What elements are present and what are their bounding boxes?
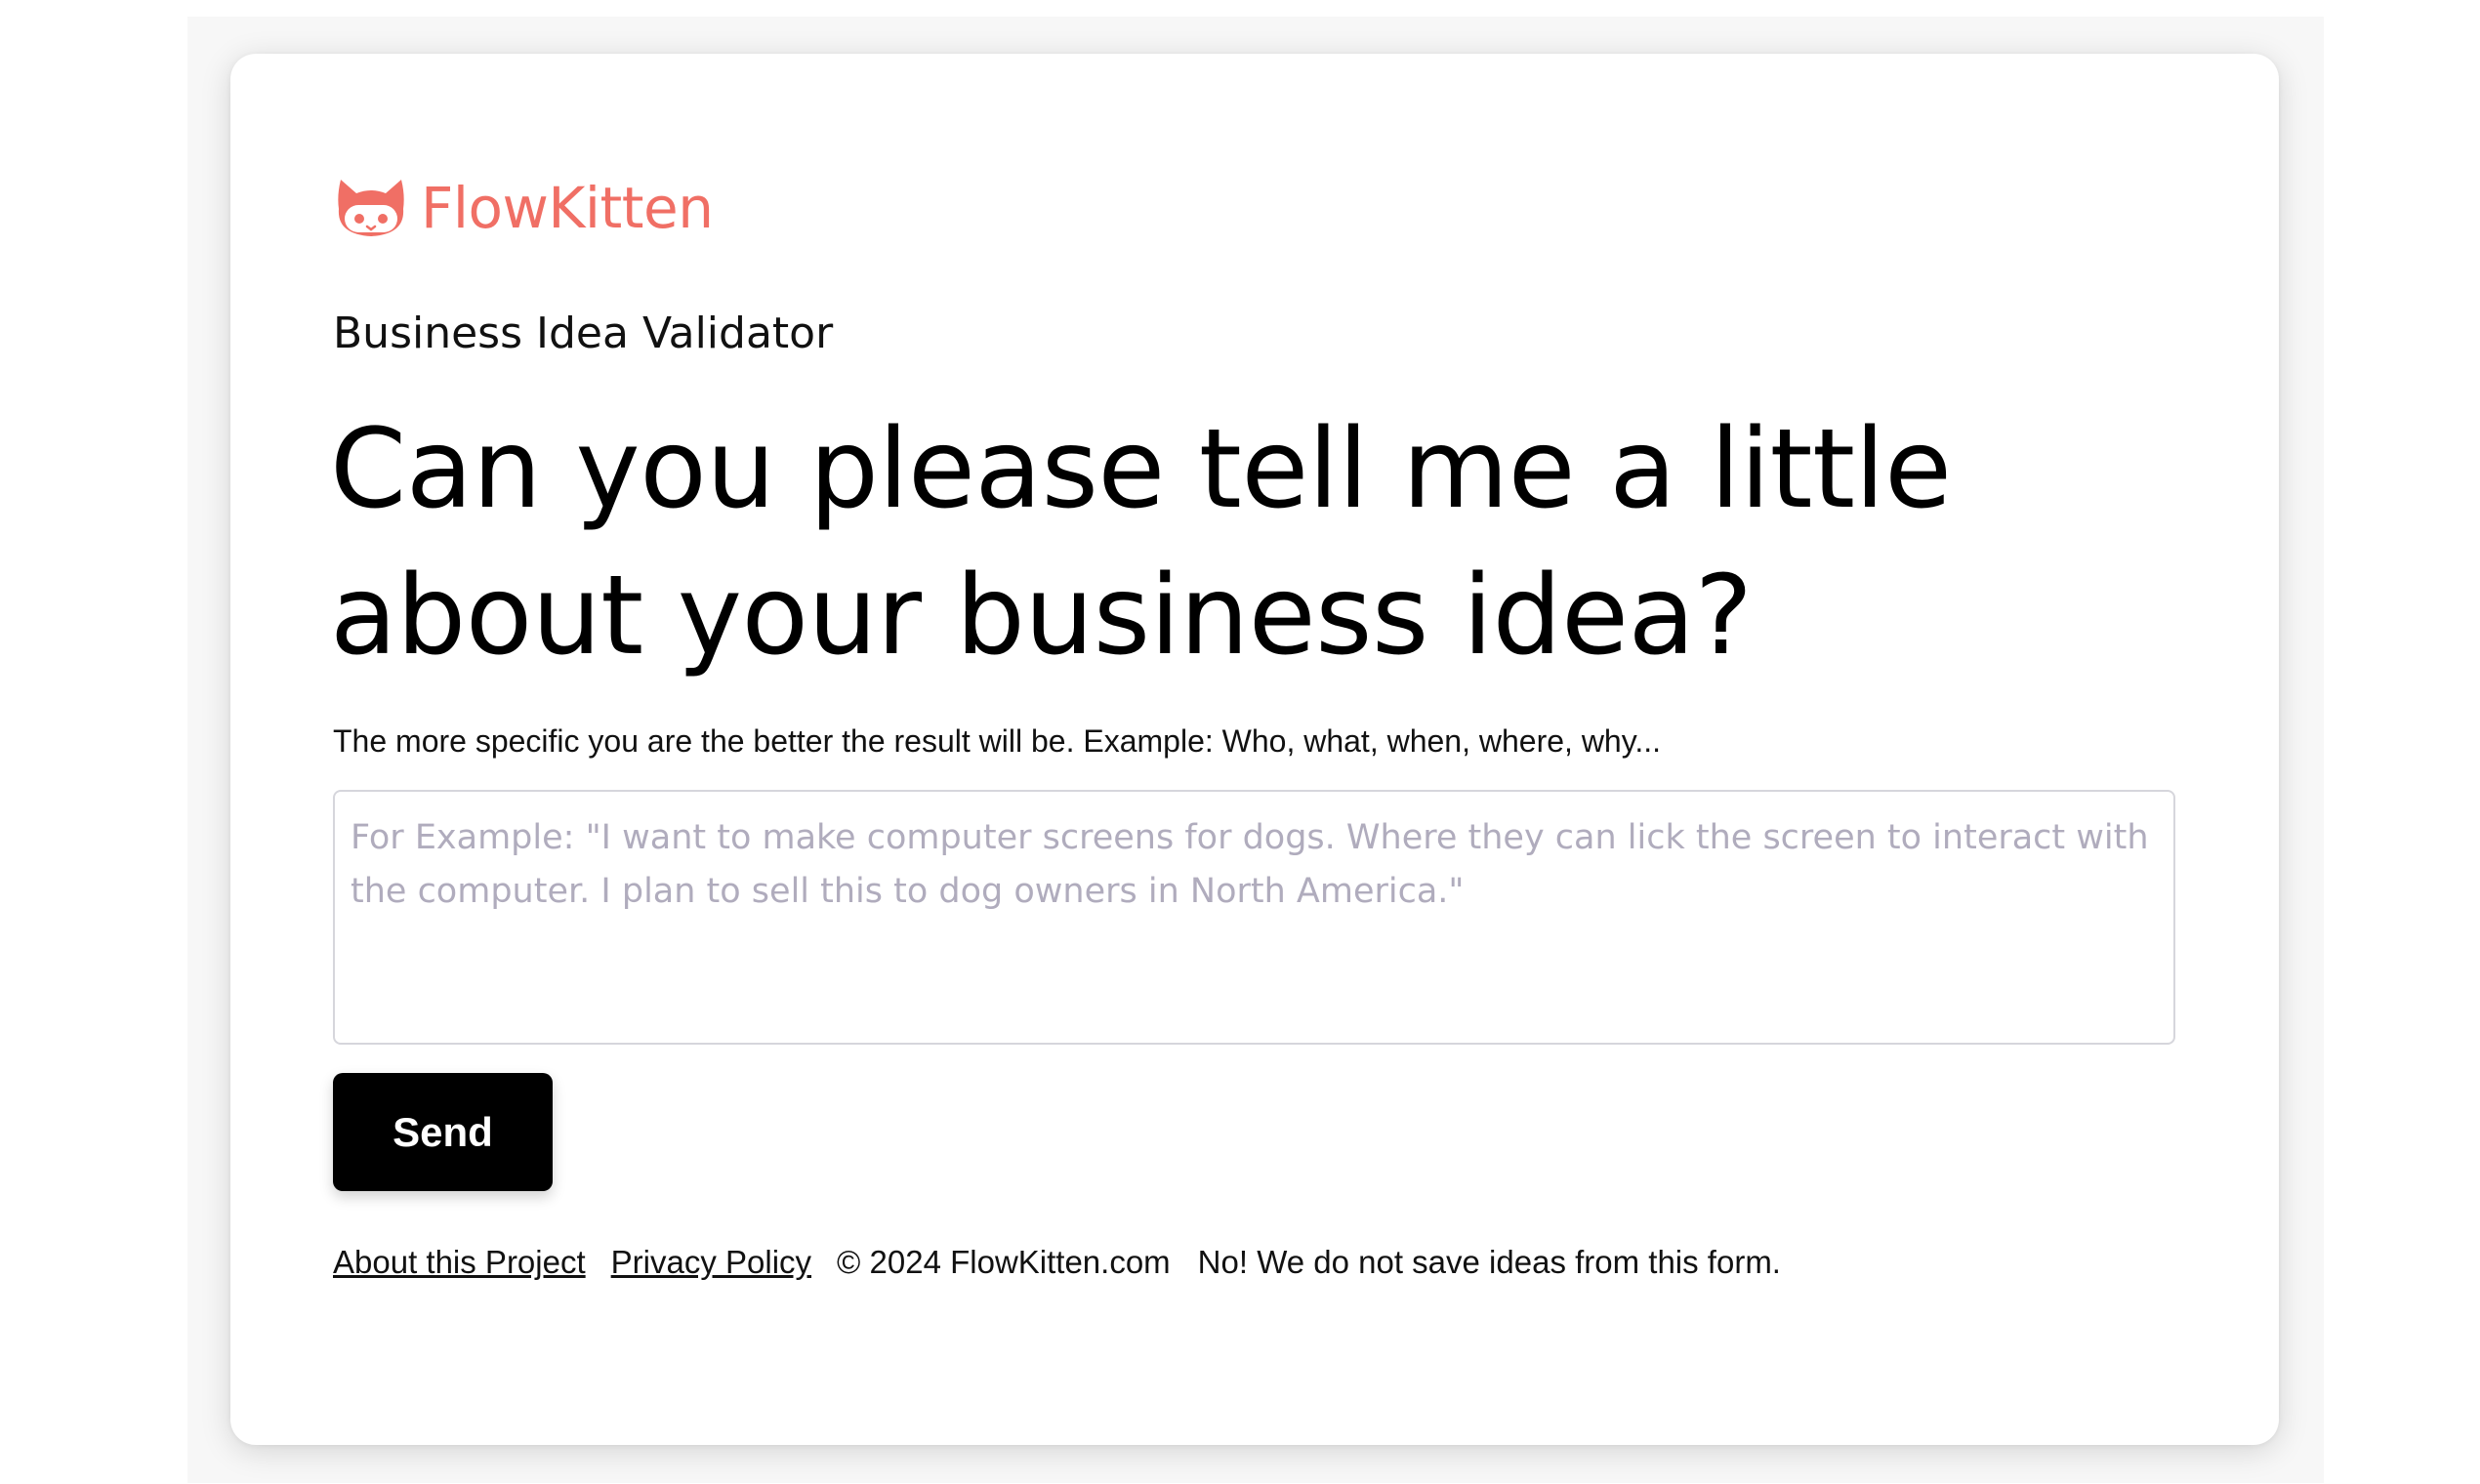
brand-header: FlowKitten [335,169,714,247]
helper-text: The more specific you are the better the… [333,723,1662,759]
copyright-text: © 2024 FlowKitten.com [837,1244,1171,1280]
business-idea-input[interactable] [333,790,2175,1045]
page-subtitle: Business Idea Validator [333,309,834,358]
cat-face-icon [338,180,404,236]
send-button[interactable]: Send [333,1073,553,1191]
brand-name: FlowKitten [421,175,714,241]
about-project-link[interactable]: About this Project [333,1244,586,1281]
footer: About this Project Privacy Policy © 2024… [333,1244,1808,1281]
privacy-notice: No! We do not save ideas from this form. [1197,1244,1781,1280]
privacy-policy-link[interactable]: Privacy Policy [611,1244,811,1281]
question-headline: Can you please tell me a little about yo… [330,406,1952,680]
